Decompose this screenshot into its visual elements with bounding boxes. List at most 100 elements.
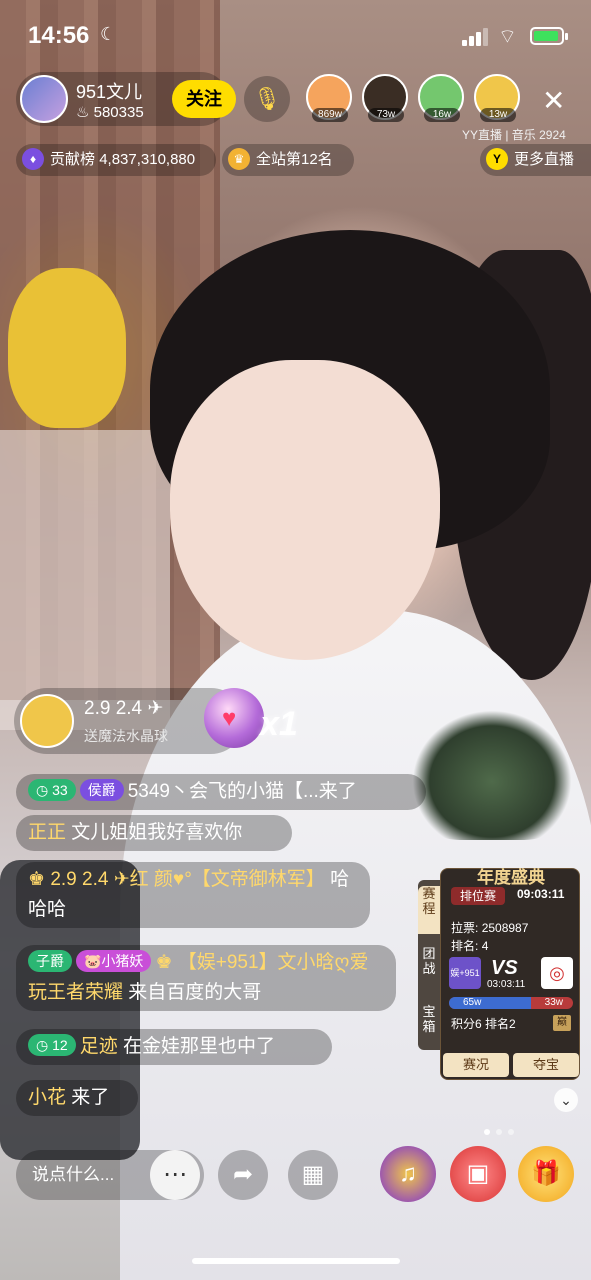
viewer-avatar[interactable]: 16w — [418, 74, 464, 122]
home-indicator — [192, 1258, 400, 1264]
gift-icon[interactable]: 🎁 — [518, 1146, 574, 1202]
host-card[interactable]: 951文儿 ♨ 580335 关注 — [16, 72, 236, 126]
mic-link-button[interactable]: 🎙 — [244, 76, 290, 122]
chat-message[interactable]: ◷ 33 侯爵 5349丶会飞的小猫【...来了 — [16, 774, 426, 810]
level-badge: ◷ 33 — [28, 779, 76, 801]
dragon-turtle-mount-icon — [412, 710, 572, 840]
pet-badge: 🐷小猪妖 — [76, 950, 152, 972]
chat-text: 在金娃那里也中了 — [122, 1036, 275, 1057]
gift-description: 送魔法水晶球 — [84, 728, 168, 744]
heart-icon: ♥ — [222, 705, 237, 732]
host-fans-count: 580335 — [93, 104, 144, 121]
chat-message[interactable]: ◷ 12 足迹 在金娃那里也中了 — [16, 1029, 332, 1065]
signal-icon — [462, 28, 490, 46]
event-panel: 赛程 团战 宝箱 年度盛典 排位赛 09:03:11 拉票: 2508987 排… — [418, 868, 580, 1080]
chat-icon[interactable]: ⋯ — [150, 1150, 200, 1200]
chevron-down-icon[interactable]: ⌄ — [554, 1088, 578, 1112]
host-avatar[interactable] — [20, 75, 68, 123]
contribution-label: 贡献榜 — [50, 151, 96, 168]
streamer-face — [170, 360, 440, 660]
plush-toy — [8, 268, 126, 428]
viewer-contribution: 13w — [480, 108, 516, 122]
gramophone-icon[interactable]: ♫ — [380, 1146, 436, 1202]
viewer-contribution: 16w — [424, 108, 460, 122]
tab-schedule[interactable]: 赛程 — [418, 886, 440, 934]
ranking-match-tag: 排位赛 — [451, 887, 505, 905]
chat-username: 2.9 2.4 ✈红 颜♥°【文帝御林军】 — [50, 869, 325, 890]
right-score: 33w — [544, 997, 563, 1008]
chat-message[interactable]: 子爵 🐷小猪妖 ♚ 【娱+951】文小晗ღ爱玩王者荣耀 来自百度的大哥 — [16, 945, 396, 1011]
rank-line: 排名: 4 — [451, 939, 489, 953]
votes-value: 2508987 — [481, 921, 529, 935]
viewer-avatar[interactable]: 869w — [306, 74, 352, 122]
moon-icon: ☾ — [100, 24, 117, 44]
treasure-chest-icon[interactable]: ▣ — [450, 1146, 506, 1202]
team-left-logo: 娱+951 — [449, 957, 481, 989]
tab-team-battle[interactable]: 团战 — [418, 946, 440, 976]
chat-text: 来自百度的大哥 — [128, 982, 262, 1003]
host-fans: ♨ 580335 — [76, 103, 144, 121]
contribution-value: 4,837,310,880 — [99, 151, 196, 168]
status-bar: 14:56 ☾ ⌔ — [0, 0, 591, 72]
chat-username: 正正 — [28, 822, 67, 843]
treasure-button[interactable]: 夺宝 — [513, 1053, 579, 1077]
clock: 14:56 — [28, 22, 90, 49]
more-live-label: 更多直播 — [514, 151, 575, 168]
follow-button[interactable]: 关注 — [172, 80, 236, 118]
chat-text: 文儿姐姐我好喜欢你 — [71, 822, 243, 843]
match-status-button[interactable]: 赛况 — [443, 1053, 509, 1077]
vs-progress-bar: 65w 33w — [449, 997, 573, 1009]
crown-icon: ♚ — [155, 952, 173, 973]
host-name: 951文儿 — [76, 82, 143, 102]
more-live-button[interactable]: Y 更多直播 — [480, 144, 591, 176]
site-rank-label: 全站第12名 — [256, 151, 333, 168]
gift-sender-avatar[interactable] — [20, 694, 74, 748]
chat-text: 来了 — [71, 1087, 110, 1108]
vs-timer: 03:03:11 — [487, 979, 526, 990]
noble-badge: 侯爵 — [79, 779, 124, 801]
left-score: 65w — [463, 997, 482, 1008]
room-info: YY直播 | 音乐 2924 — [462, 128, 566, 142]
share-icon[interactable]: ➦ — [218, 1150, 268, 1200]
event-card[interactable]: 年度盛典 排位赛 09:03:11 拉票: 2508987 排名: 4 娱+95… — [440, 868, 580, 1080]
rank-value: 4 — [481, 939, 489, 953]
points-line: 积分6 排名2 — [451, 1017, 516, 1031]
apps-icon[interactable]: ▦ — [288, 1150, 338, 1200]
event-timer: 09:03:11 — [517, 887, 565, 901]
crown-icon: ♛ — [228, 147, 250, 170]
chat-message[interactable]: 小花 来了 — [16, 1080, 138, 1116]
noble-badge: 子爵 — [28, 950, 72, 972]
fire-icon: ♨ — [76, 104, 90, 121]
chat-message[interactable]: 正正 文儿姐姐我好喜欢你 — [16, 815, 292, 851]
page-indicator — [484, 1122, 520, 1140]
gift-combo-count: x1 — [260, 705, 298, 743]
event-title: 年度盛典 — [477, 868, 545, 887]
vs-label: VS — [491, 957, 518, 979]
chat-username: 小花 — [28, 1087, 67, 1108]
tab-treasure[interactable]: 宝箱 — [418, 1004, 440, 1034]
chat-message[interactable]: ♚ 2.9 2.4 ✈红 颜♥°【文帝御林军】 哈哈哈 — [16, 862, 370, 928]
tier-icon: 巅 — [553, 1015, 571, 1031]
crown-icon: ♚ — [28, 869, 46, 890]
wifi-icon: ⌔ — [498, 26, 517, 48]
vs-left-fill — [449, 997, 531, 1009]
close-icon[interactable]: ✕ — [542, 84, 565, 117]
contribution-ranking-chip[interactable]: ♦ 贡献榜 4,837,310,880 — [16, 144, 216, 176]
viewer-contribution: 869w — [312, 108, 348, 122]
viewer-avatar[interactable]: 13w — [474, 74, 520, 122]
site-rank-chip[interactable]: ♛ 全站第12名 — [222, 144, 354, 176]
chat-text: 5349丶会飞的小猫【...来了 — [127, 781, 357, 802]
chat-username: 足迹 — [79, 1036, 118, 1057]
diamond-icon: ♦ — [22, 147, 44, 170]
votes-line: 拉票: 2508987 — [451, 921, 529, 935]
viewer-avatar[interactable]: 73w — [362, 74, 408, 122]
yy-logo-icon: Y — [486, 147, 508, 170]
level-badge: ◷ 12 — [28, 1034, 76, 1056]
vs-matchup: 娱+951 VS 03:03:11 ◎ — [449, 957, 573, 991]
gift-sender-name: 2.9 2.4 ✈ — [84, 698, 164, 719]
viewer-contribution: 73w — [368, 108, 404, 122]
team-right-logo-icon: ◎ — [541, 957, 573, 989]
event-side-tabs: 赛程 团战 宝箱 — [418, 880, 440, 1050]
background-shelf — [0, 430, 170, 730]
battery-icon — [530, 27, 568, 45]
